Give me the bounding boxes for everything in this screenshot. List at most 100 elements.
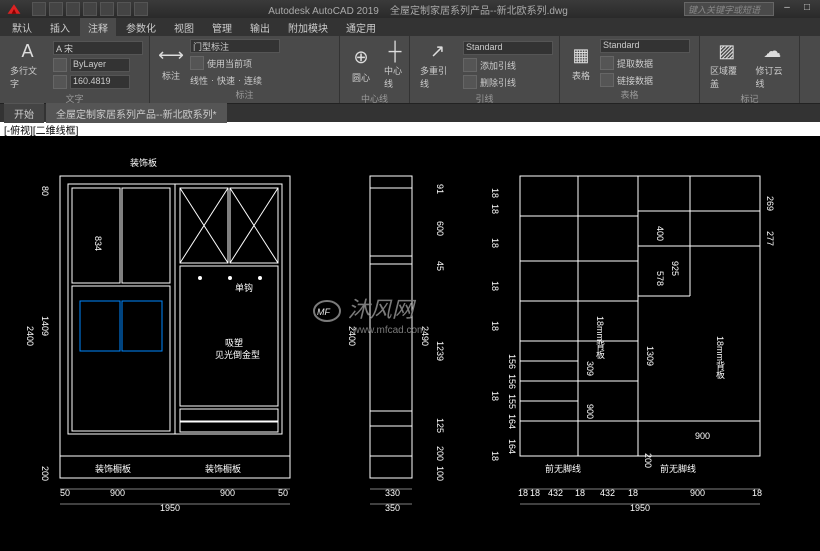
- svg-text:400: 400: [655, 226, 665, 241]
- dim-style-dropdown[interactable]: 门型标注: [190, 39, 280, 53]
- window-title: Autodesk AutoCAD 2019 全屋定制家居系列产品--新北欧系列.…: [152, 2, 684, 17]
- panel-markup: ▨区域覆盖 ☁修订云线 标记: [700, 36, 800, 103]
- file-tab-start[interactable]: 开始: [4, 103, 44, 123]
- svg-text:164: 164: [507, 439, 517, 454]
- wipeout-icon: ▨: [716, 40, 738, 62]
- drawing-svg: 装饰板 单钩 装饰橱板 装饰橱板 吸塑 见光倒金型: [0, 136, 820, 546]
- layer-dropdown[interactable]: ByLayer: [70, 58, 130, 72]
- link-icon[interactable]: [600, 73, 614, 87]
- dim-continue-button[interactable]: 连续: [244, 74, 262, 87]
- svg-text:50: 50: [278, 488, 288, 498]
- centerline-button[interactable]: ┼中心线: [380, 38, 410, 92]
- tab-view[interactable]: 视图: [166, 18, 202, 37]
- title-text: 装饰板: [130, 157, 157, 168]
- text-style-dropdown[interactable]: A 宋: [53, 41, 143, 55]
- mtext-label: 多行文字: [10, 64, 45, 90]
- mleader-label: 多重引线: [420, 64, 455, 90]
- revcloud-label: 修订云线: [756, 64, 790, 90]
- tab-annotate[interactable]: 注释: [80, 18, 116, 37]
- svg-text:900: 900: [690, 488, 705, 498]
- panel-dimension: ⟷ 标注 门型标注 使用当前项 线性 · 快速 · 连续 标注: [150, 36, 340, 103]
- tab-manage[interactable]: 管理: [204, 18, 240, 37]
- app-name: Autodesk AutoCAD 2019: [268, 6, 379, 17]
- svg-text:18mm背板: 18mm背板: [595, 316, 605, 360]
- svg-text:156: 156: [507, 354, 517, 369]
- leader-style-dropdown[interactable]: Standard: [463, 41, 553, 55]
- use-current-label: 使用当前项: [207, 57, 252, 70]
- dim-linear-button[interactable]: 线性: [190, 74, 208, 87]
- svg-text:单钩: 单钩: [235, 282, 253, 293]
- panel-text-label: 文字: [6, 92, 143, 106]
- drawing-canvas[interactable]: 装饰板 单钩 装饰橱板 装饰橱板 吸塑 见光倒金型: [0, 136, 820, 546]
- qat-save-icon[interactable]: [66, 2, 80, 16]
- height-icon[interactable]: [53, 75, 67, 89]
- centerline-icon: ┼: [384, 40, 406, 62]
- qat-undo-icon[interactable]: [117, 2, 131, 16]
- svg-text:1309: 1309: [645, 346, 655, 366]
- tab-default[interactable]: 默认: [4, 18, 40, 37]
- dim-quick-button[interactable]: 快速: [217, 74, 235, 87]
- svg-text:80: 80: [40, 186, 50, 196]
- svg-text:18: 18: [575, 488, 585, 498]
- file-name: 全屋定制家居系列产品--新北欧系列.dwg: [390, 6, 568, 17]
- panel-dim-label: 标注: [156, 88, 333, 102]
- centermark-icon: ⊕: [350, 47, 372, 69]
- table-style-dropdown[interactable]: Standard: [600, 39, 690, 53]
- revcloud-button[interactable]: ☁修订云线: [752, 38, 794, 92]
- remove-leader-icon[interactable]: [463, 75, 477, 89]
- svg-text:1950: 1950: [160, 503, 180, 513]
- tab-insert[interactable]: 插入: [42, 18, 78, 37]
- panel-table-label: 表格: [566, 88, 693, 102]
- qat-saveas-icon[interactable]: [83, 2, 97, 16]
- table-icon: ▦: [570, 45, 592, 67]
- svg-text:156: 156: [507, 374, 517, 389]
- svg-text:125: 125: [435, 418, 445, 433]
- add-leader-icon[interactable]: [463, 58, 477, 72]
- svg-text:18: 18: [490, 321, 500, 331]
- svg-text:900: 900: [220, 488, 235, 498]
- svg-text:200: 200: [435, 446, 445, 461]
- svg-text:18: 18: [530, 488, 540, 498]
- svg-text:18: 18: [490, 391, 500, 401]
- qat-plot-icon[interactable]: [100, 2, 114, 16]
- dimension-icon: ⟷: [160, 45, 182, 67]
- svg-text:18: 18: [752, 488, 762, 498]
- file-tab-drawing[interactable]: 全屋定制家居系列产品--新北欧系列*: [46, 103, 227, 123]
- svg-text:前无脚线: 前无脚线: [545, 463, 581, 474]
- height-input[interactable]: 160.4819: [70, 75, 130, 89]
- qat-redo-icon[interactable]: [134, 2, 148, 16]
- tab-parametric[interactable]: 参数化: [118, 18, 164, 37]
- centerline-label: 中心线: [384, 64, 406, 90]
- svg-text:2400: 2400: [25, 326, 35, 346]
- dimension-button[interactable]: ⟷ 标注: [156, 43, 186, 84]
- qat-open-icon[interactable]: [49, 2, 63, 16]
- panel-leader-label: 引线: [416, 92, 553, 106]
- svg-text:50: 50: [60, 488, 70, 498]
- svg-text:2400: 2400: [347, 326, 357, 346]
- table-button[interactable]: ▦表格: [566, 43, 596, 84]
- svg-text:834: 834: [93, 236, 103, 251]
- centermark-button[interactable]: ⊕圆心: [346, 45, 376, 86]
- wipeout-button[interactable]: ▨区域覆盖: [706, 38, 748, 92]
- minimize-button[interactable]: –: [780, 2, 794, 16]
- qat-new-icon[interactable]: [32, 2, 46, 16]
- tab-addons[interactable]: 附加模块: [280, 18, 336, 37]
- maximize-button[interactable]: □: [800, 2, 814, 16]
- extract-icon[interactable]: [600, 56, 614, 70]
- wipeout-label: 区域覆盖: [710, 64, 744, 90]
- svg-text:装饰橱板: 装饰橱板: [205, 463, 241, 474]
- add-leader-label: 添加引线: [480, 59, 516, 72]
- svg-text:1409: 1409: [40, 316, 50, 336]
- check-icon[interactable]: [190, 56, 204, 70]
- help-search-input[interactable]: 键入关键字或短语: [684, 2, 774, 16]
- mtext-button[interactable]: A 多行文字: [6, 38, 49, 92]
- svg-text:164: 164: [507, 414, 517, 429]
- mleader-button[interactable]: ↗多重引线: [416, 38, 459, 92]
- ribbon: A 多行文字 A 宋 ByLayer 160.4819 文字 ⟷ 标注 门型标注…: [0, 36, 820, 104]
- viewport-label[interactable]: [-俯视][二维线框]: [0, 122, 820, 136]
- svg-text:18: 18: [490, 451, 500, 461]
- tab-express[interactable]: 通定用: [338, 18, 384, 37]
- panel-center-label: 中心线: [346, 92, 403, 106]
- find-icon[interactable]: [53, 58, 67, 72]
- tab-output[interactable]: 输出: [242, 18, 278, 37]
